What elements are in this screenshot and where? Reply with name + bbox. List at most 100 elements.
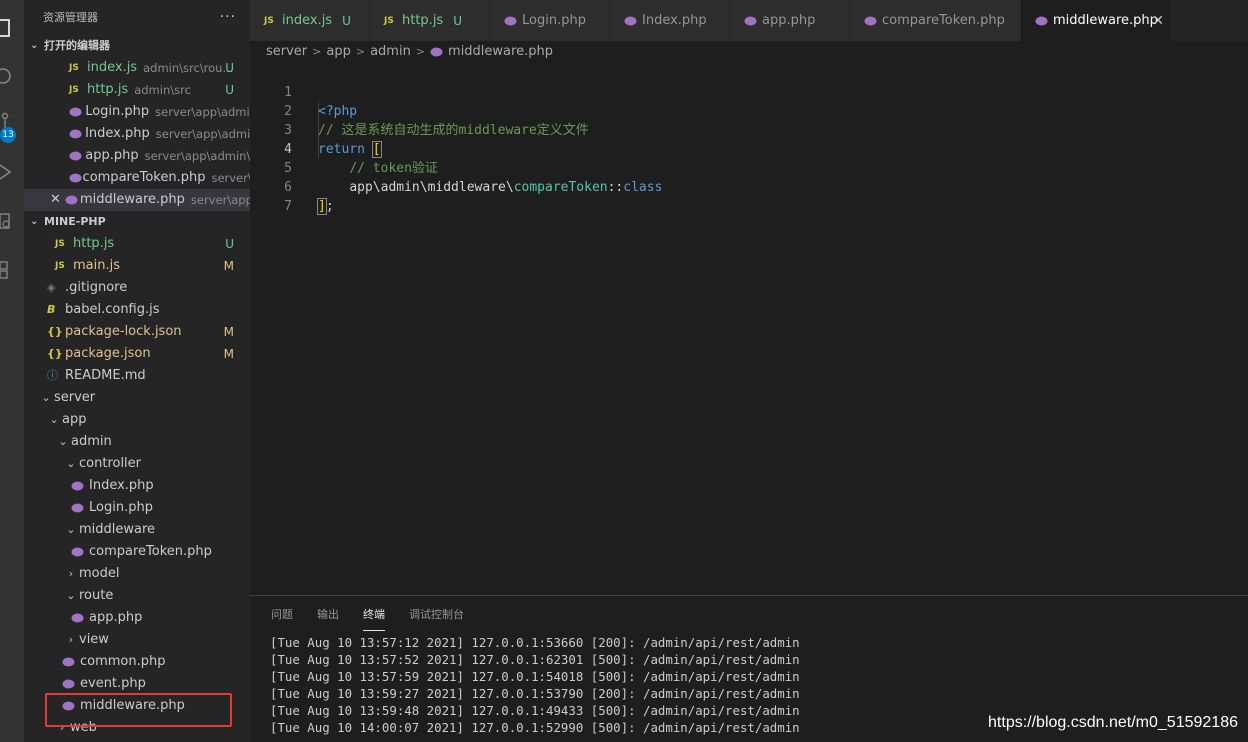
file-name: Login.php <box>89 500 153 515</box>
open-editor-path: server\app\admin\... <box>144 149 250 163</box>
file-item[interactable]: {} package-lock.json M <box>24 321 250 343</box>
file-name: Index.php <box>89 478 154 493</box>
tab-problems[interactable]: 问题 <box>271 596 293 634</box>
breadcrumb-item[interactable]: app <box>326 41 350 63</box>
folder-name: middleware <box>79 522 156 537</box>
open-editor-item[interactable]: Login.php server\app\admi... <box>24 101 250 123</box>
folder-name: controller <box>79 456 142 471</box>
explorer-icon[interactable] <box>0 14 24 42</box>
code-line: 7 <box>250 178 1248 214</box>
tab-comparetoken-php[interactable]: compareToken.php <box>850 0 1021 41</box>
open-editor-item-active[interactable]: ✕ middleware.php server\app... <box>24 189 250 211</box>
breadcrumb-item[interactable]: admin <box>370 41 411 63</box>
terminal-output[interactable]: [Tue Aug 10 13:57:12 2021] 127.0.0.1:536… <box>270 634 800 736</box>
folder-item[interactable]: ⌄ server <box>24 387 250 409</box>
git-status: U <box>453 13 462 28</box>
chevron-right-icon: › <box>68 567 74 580</box>
bottom-panel: 问题 输出 终端 调试控制台 [Tue Aug 10 13:57:12 2021… <box>250 595 1248 742</box>
folder-item[interactable]: ⌄ admin <box>24 431 250 453</box>
breadcrumb-item[interactable]: middleware.php <box>448 41 553 63</box>
code-editor[interactable]: 1 <?php 2 // 这是系统自动生成的middleware定义文件 3 r… <box>250 63 1248 595</box>
tab-label: middleware.php <box>1053 13 1158 28</box>
close-icon[interactable]: ✕ <box>50 189 65 211</box>
tab-label: Index.php <box>642 13 707 28</box>
search-icon[interactable] <box>0 62 24 90</box>
tab-index-js[interactable]: JS index.js U <box>250 0 370 41</box>
run-debug-icon[interactable] <box>0 158 24 186</box>
chevron-down-icon: ⌄ <box>66 523 76 536</box>
tab-debug-console[interactable]: 调试控制台 <box>409 596 464 634</box>
open-editor-name: http.js <box>87 82 129 97</box>
chevron-right-icon: > <box>312 45 322 58</box>
code-semicolon: ; <box>325 199 334 214</box>
file-item[interactable]: JS main.js M <box>24 255 250 277</box>
open-editor-item[interactable]: Index.php server\app\admi... <box>24 123 250 145</box>
file-item[interactable]: app.php <box>24 607 250 629</box>
file-name: package-lock.json <box>65 324 182 339</box>
open-editor-name: index.js <box>87 60 138 75</box>
info-icon: ⓘ <box>47 369 58 382</box>
folder-name: view <box>79 632 109 647</box>
open-editor-name: middleware.php <box>80 192 185 207</box>
open-editor-name: Index.php <box>85 126 150 141</box>
tab-app-php[interactable]: app.php <box>730 0 850 41</box>
file-item[interactable]: B babel.config.js <box>24 299 250 321</box>
watermark: https://blog.csdn.net/m0_51592186 <box>988 714 1238 731</box>
file-name: README.md <box>65 368 146 383</box>
file-name: app.php <box>89 610 143 625</box>
file-item[interactable]: ⓘ README.md <box>24 365 250 387</box>
file-item[interactable]: JS http.js U <box>24 233 250 255</box>
open-editor-item[interactable]: compareToken.php server\... <box>24 167 250 189</box>
open-editor-path: server\... <box>211 171 250 185</box>
tab-index-php[interactable]: Index.php <box>610 0 730 41</box>
tab-login-php[interactable]: Login.php <box>490 0 610 41</box>
php-file-icon <box>69 129 85 139</box>
tab-middleware-php[interactable]: middleware.php ✕ <box>1021 0 1171 41</box>
tab-label: compareToken.php <box>882 13 1005 28</box>
php-file-icon <box>864 16 882 26</box>
open-editors-header[interactable]: ⌄ 打开的编辑器 <box>24 35 250 57</box>
git-status: M <box>223 347 234 361</box>
file-item[interactable]: Login.php <box>24 497 250 519</box>
open-editor-item[interactable]: JS index.js admin\src\rou... U <box>24 57 250 79</box>
folder-item[interactable]: ⌄ controller <box>24 453 250 475</box>
folder-item[interactable]: › model <box>24 563 250 585</box>
extensions-icon[interactable] <box>0 256 24 284</box>
git-status: M <box>223 325 234 339</box>
folder-item[interactable]: ⌄ app <box>24 409 250 431</box>
tab-terminal[interactable]: 终端 <box>363 596 385 634</box>
file-item[interactable]: Index.php <box>24 475 250 497</box>
git-status: U <box>342 13 351 28</box>
more-actions-icon[interactable]: ··· <box>220 0 236 35</box>
explorer-title: 资源管理器 ··· <box>24 0 250 35</box>
file-item[interactable]: compareToken.php <box>24 541 250 563</box>
open-editor-item[interactable]: app.php server\app\admin\... <box>24 145 250 167</box>
folder-name: route <box>79 588 114 603</box>
project-header[interactable]: ⌄ MINE-PHP <box>24 211 250 233</box>
file-item[interactable]: ◈ .gitignore <box>24 277 250 299</box>
folder-item[interactable]: ⌄ middleware <box>24 519 250 541</box>
php-file-icon <box>744 16 762 26</box>
line-number: 7 <box>284 199 292 214</box>
folder-item[interactable]: ⌄ route <box>24 585 250 607</box>
open-editor-item[interactable]: JS http.js admin\src U <box>24 79 250 101</box>
editor-tabs: JS index.js U JS http.js U Login.php Ind… <box>250 0 1248 41</box>
tab-output[interactable]: 输出 <box>317 596 339 634</box>
code-line: 3 return [ <box>250 102 1248 158</box>
babel-file-icon: B <box>47 303 56 316</box>
file-item[interactable]: event.php <box>24 673 250 695</box>
terminal-line: [Tue Aug 10 14:00:07 2021] 127.0.0.1:529… <box>270 720 800 735</box>
tab-http-js[interactable]: JS http.js U <box>370 0 490 41</box>
file-name: .gitignore <box>65 280 128 295</box>
remote-icon[interactable] <box>0 208 24 236</box>
file-item[interactable]: common.php <box>24 651 250 673</box>
git-status: U <box>225 237 234 251</box>
folder-item[interactable]: › view <box>24 629 250 651</box>
folder-name: server <box>54 390 96 405</box>
js-file-icon: JS <box>384 15 394 26</box>
open-editor-name: compareToken.php <box>82 170 206 185</box>
close-tab-icon[interactable]: ✕ <box>1152 13 1164 29</box>
file-item[interactable]: {} package.json M <box>24 343 250 365</box>
breadcrumb-item[interactable]: server <box>266 41 307 63</box>
explorer-sidebar: 资源管理器 ··· ⌄ 打开的编辑器 JS index.js admin\src… <box>24 0 250 742</box>
